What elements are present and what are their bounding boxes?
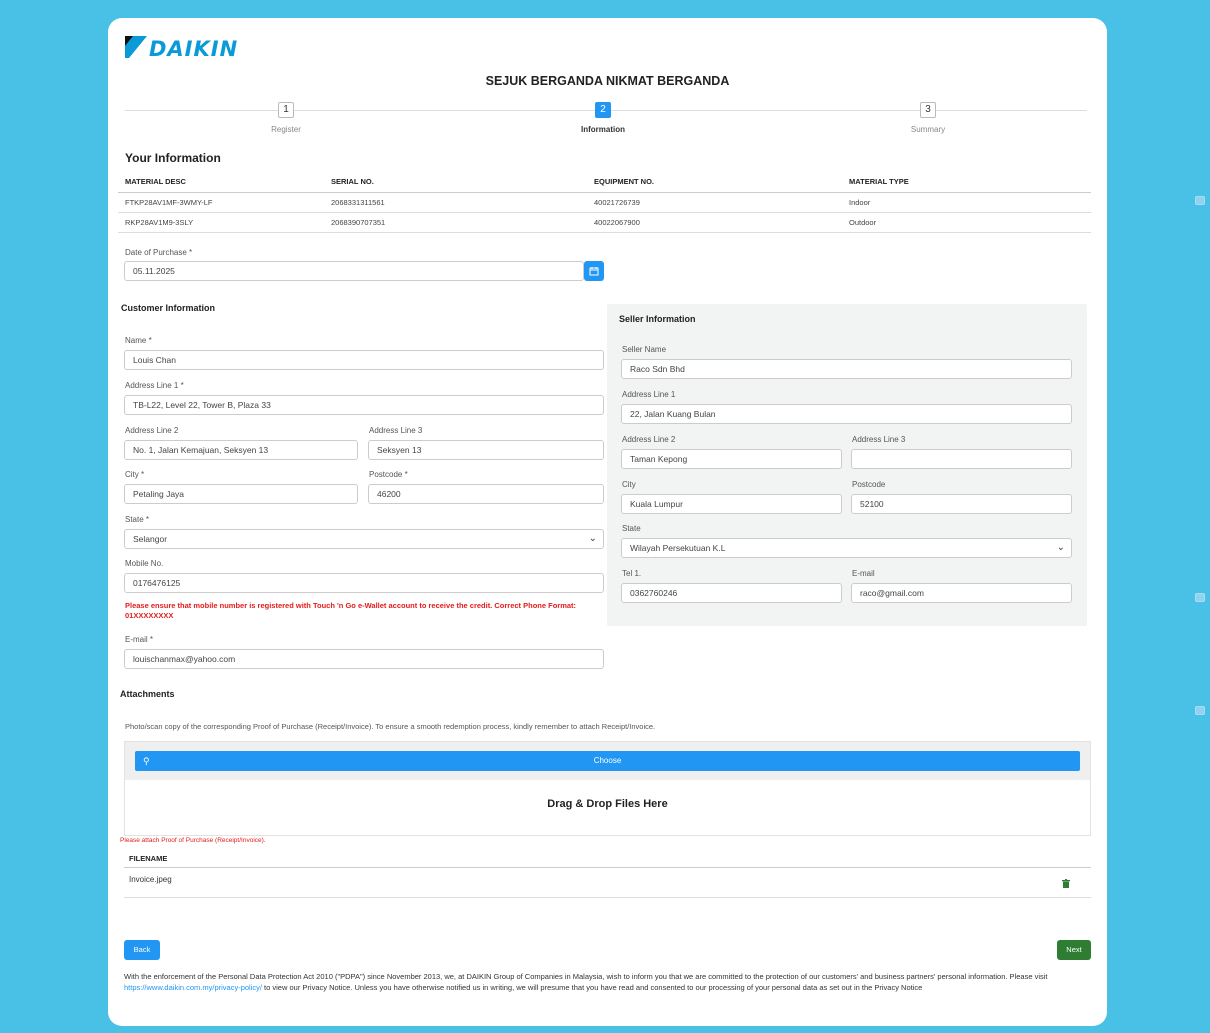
cell: 40022067900 (587, 212, 842, 233)
customer-state-value: Selangor (133, 534, 168, 544)
step-3-number[interactable]: 3 (920, 102, 936, 118)
chevron-down-icon: ⌄ (1056, 542, 1065, 553)
customer-mobile-input[interactable]: 0176476125 (124, 573, 604, 593)
equipment-table: MATERIAL DESC SERIAL NO. EQUIPMENT NO. M… (118, 172, 1091, 233)
cell: Outdoor (842, 212, 1091, 233)
upload-toolbar: ⚲ Choose (125, 742, 1090, 780)
table-row: FTKP28AV1MF-3WMY-LF 2068331311561 400217… (118, 192, 1091, 213)
seller-postcode-input[interactable]: 52100 (851, 494, 1072, 514)
attachment-required-note: Please attach Proof of Purchase (Receipt… (120, 837, 266, 844)
table-header-row: MATERIAL DESC SERIAL NO. EQUIPMENT NO. M… (118, 172, 1091, 193)
seller-information-panel: Seller Information Seller Name Raco Sdn … (607, 304, 1087, 626)
cell: 2068331311561 (324, 192, 587, 213)
choose-label: Choose (593, 756, 622, 765)
privacy-policy-link[interactable]: https://www.daikin.com.my/privacy-policy… (124, 983, 262, 992)
chat-icon[interactable] (1195, 706, 1205, 715)
next-button[interactable]: Next (1057, 940, 1091, 960)
seller-state-label: State (622, 524, 641, 533)
seller-state-select[interactable]: Wilayah Persekutuan K.L ⌄ (621, 538, 1072, 558)
cell: 40021726739 (587, 192, 842, 213)
customer-address1-label: Address Line 1 * (125, 381, 184, 390)
customer-name-label: Name * (125, 336, 152, 345)
customer-state-label: State * (125, 515, 150, 524)
attachments-description: Photo/scan copy of the corresponding Pro… (125, 722, 656, 731)
customer-email-input[interactable]: louischanmax@yahoo.com (124, 649, 604, 669)
customer-postcode-label: Postcode * (369, 470, 408, 479)
choose-button[interactable]: ⚲ Choose (135, 751, 1080, 771)
file-upload: ⚲ Choose Drag & Drop Files Here (124, 741, 1091, 836)
customer-postcode-input[interactable]: 46200 (368, 484, 604, 504)
search-icon: ⚲ (143, 756, 150, 766)
form-card: DAIKIN SEJUK BERGANDA NIKMAT BERGANDA 1 … (108, 18, 1107, 1026)
step-1-label: Register (271, 125, 301, 134)
chat-icon[interactable] (1195, 196, 1205, 205)
customer-address3-input[interactable]: Seksyen 13 (368, 440, 604, 460)
customer-name-input[interactable]: Louis Chan (124, 350, 604, 370)
seller-email-input[interactable]: raco@gmail.com (851, 583, 1072, 603)
seller-address1-input[interactable]: 22, Jalan Kuang Bulan (621, 404, 1072, 424)
calendar-button[interactable] (584, 261, 604, 281)
chat-icon[interactable] (1195, 593, 1205, 602)
back-button[interactable]: Back (124, 940, 160, 960)
step-1-number[interactable]: 1 (278, 102, 294, 118)
customer-email-label: E-mail * (125, 635, 154, 644)
your-information-heading: Your Information (125, 151, 221, 165)
seller-information-heading: Seller Information (619, 314, 696, 324)
col-material-type: MATERIAL TYPE (842, 172, 1091, 193)
col-serial-no: SERIAL NO. (324, 172, 587, 193)
chevron-down-icon: ⌄ (588, 533, 597, 544)
logo-text: DAIKIN (149, 37, 239, 61)
seller-city-input[interactable]: Kuala Lumpur (621, 494, 842, 514)
cell: RKP28AV1M9-3SLY (118, 212, 324, 233)
seller-tel-label: Tel 1. (622, 569, 642, 578)
dropzone[interactable]: Drag & Drop Files Here (125, 780, 1090, 836)
table-row: RKP28AV1M9-3SLY 2068390707351 4002206790… (118, 212, 1091, 233)
cell: FTKP28AV1MF-3WMY-LF (118, 192, 324, 213)
customer-address1-input[interactable]: TB-L22, Level 22, Tower B, Plaza 33 (124, 395, 604, 415)
file-name: Invoice.jpeg (129, 875, 172, 884)
customer-address3-label: Address Line 3 (369, 426, 423, 435)
customer-mobile-label: Mobile No. (125, 559, 164, 568)
customer-address2-label: Address Line 2 (125, 426, 179, 435)
seller-address3-label: Address Line 3 (852, 435, 906, 444)
col-equipment-no: EQUIPMENT NO. (587, 172, 842, 193)
step-2-label: Information (581, 125, 625, 134)
customer-city-label: City * (125, 470, 145, 479)
date-of-purchase-input[interactable]: 05.11.2025 (124, 261, 584, 281)
privacy-text-before: With the enforcement of the Personal Dat… (124, 972, 1048, 981)
daikin-logo: DAIKIN (125, 36, 255, 61)
privacy-text-after: to view our Privacy Notice. Unless you h… (261, 983, 923, 992)
page-title: SEJUK BERGANDA NIKMAT BERGANDA (485, 74, 730, 88)
date-of-purchase-label: Date of Purchase * (125, 248, 193, 257)
seller-address1-label: Address Line 1 (622, 390, 676, 399)
seller-address2-label: Address Line 2 (622, 435, 676, 444)
seller-name-input[interactable]: Raco Sdn Bhd (621, 359, 1072, 379)
customer-state-select[interactable]: Selangor ⌄ (124, 529, 604, 549)
customer-address2-input[interactable]: No. 1, Jalan Kemajuan, Seksyen 13 (124, 440, 358, 460)
seller-city-label: City (622, 480, 636, 489)
seller-address3-input[interactable] (851, 449, 1072, 469)
seller-address2-input[interactable]: Taman Kepong (621, 449, 842, 469)
filename-header-row: FILENAME (124, 848, 1091, 868)
customer-information-heading: Customer Information (121, 303, 216, 313)
cell: Indoor (842, 192, 1091, 213)
step-2-number[interactable]: 2 (595, 102, 611, 118)
cell: 2068390707351 (324, 212, 587, 233)
seller-state-value: Wilayah Persekutuan K.L (630, 543, 726, 553)
seller-name-label: Seller Name (622, 345, 667, 354)
customer-city-input[interactable]: Petaling Jaya (124, 484, 358, 504)
seller-postcode-label: Postcode (852, 480, 886, 489)
trash-icon[interactable] (1062, 879, 1070, 888)
calendar-icon (589, 267, 599, 276)
daikin-logo-mark (125, 36, 147, 58)
seller-tel-input[interactable]: 0362760246 (621, 583, 842, 603)
attachments-heading: Attachments (120, 689, 175, 699)
seller-email-label: E-mail (852, 569, 875, 578)
file-row: Invoice.jpeg (124, 868, 1091, 898)
filename-header: FILENAME (129, 854, 168, 863)
privacy-notice: With the enforcement of the Personal Dat… (124, 971, 1094, 993)
col-material-desc: MATERIAL DESC (118, 172, 324, 193)
mobile-warning-text: Please ensure that mobile number is regi… (125, 601, 577, 620)
step-3-label: Summary (910, 125, 946, 134)
